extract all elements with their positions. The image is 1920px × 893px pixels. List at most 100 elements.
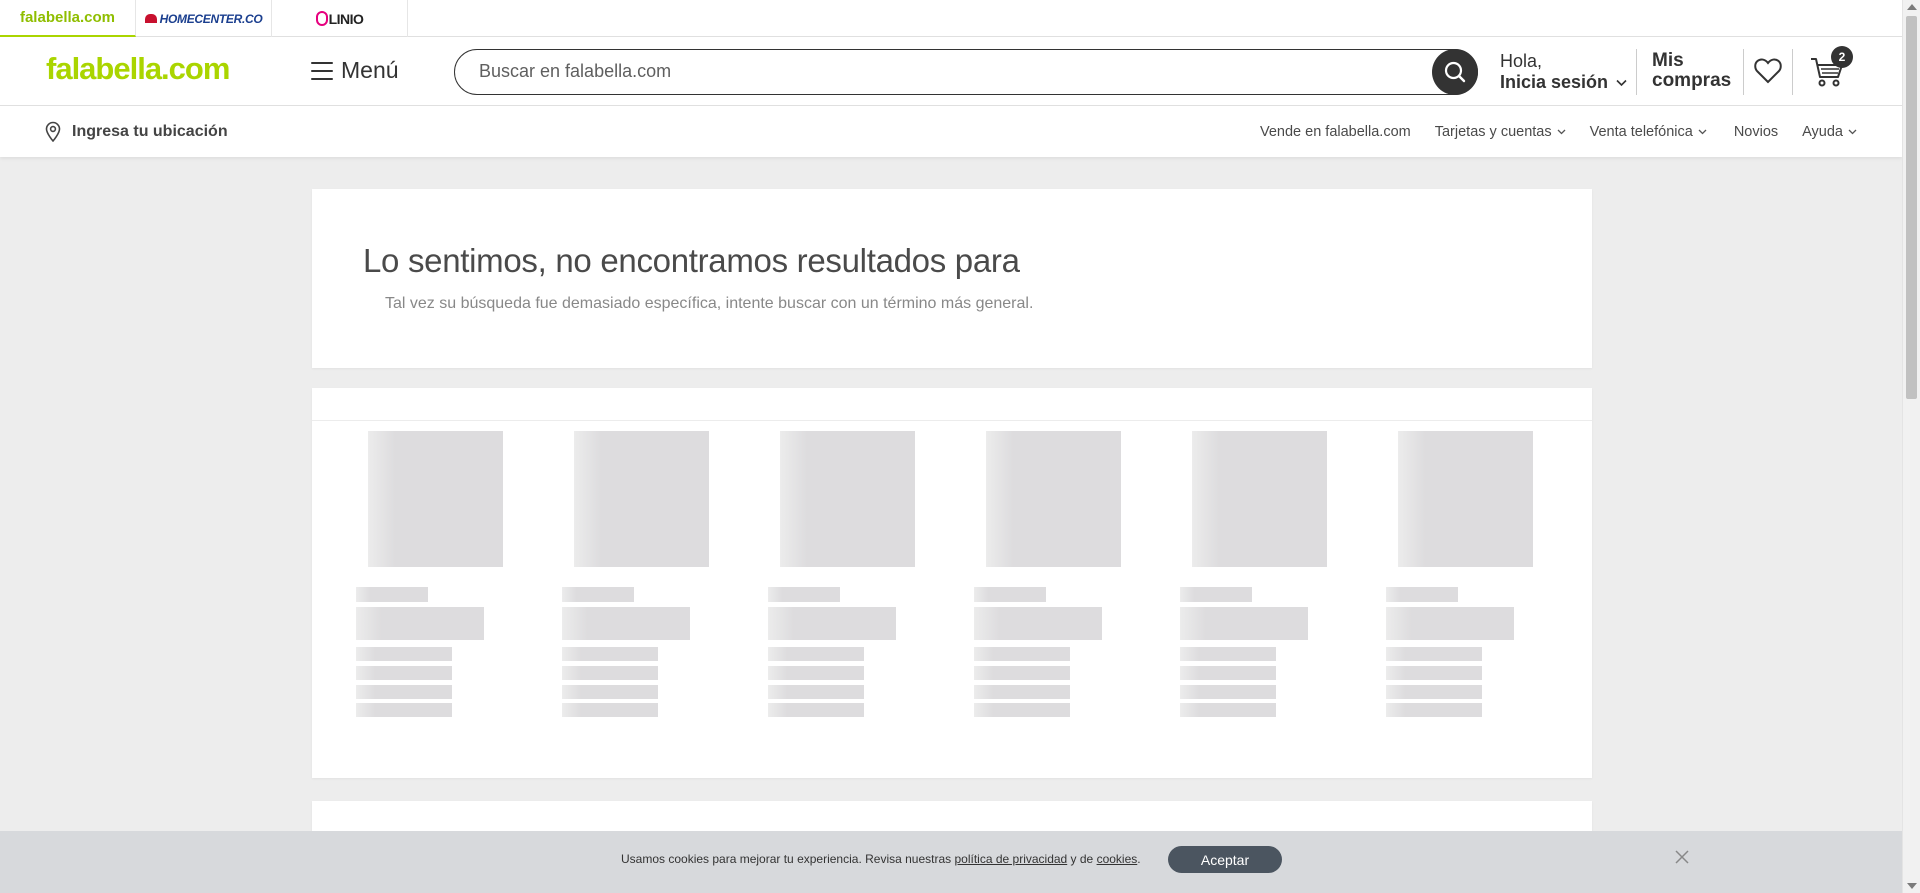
- skeleton-line: [1386, 685, 1482, 699]
- scroll-thumb[interactable]: [1906, 16, 1917, 399]
- chevron-down-icon: [1848, 129, 1857, 135]
- cookies-policy-link[interactable]: cookies: [1097, 852, 1138, 866]
- no-results-card: Lo sentimos, no encontramos resultados p…: [312, 189, 1592, 368]
- scroll-down-arrow[interactable]: [1907, 883, 1917, 889]
- skeleton-line: [768, 666, 864, 680]
- help-link[interactable]: Ayuda: [1802, 124, 1857, 140]
- no-results-title: Lo sentimos, no encontramos resultados p…: [363, 242, 1020, 279]
- page-scrollbar[interactable]: [1902, 0, 1920, 893]
- brand-tab-falabella[interactable]: falabella.com: [0, 0, 136, 37]
- phone-sales-link[interactable]: Venta telefónica: [1590, 124, 1707, 140]
- skeleton-line: [974, 703, 1070, 717]
- skeleton-title: [562, 607, 690, 640]
- chevron-down-icon: [1557, 129, 1566, 135]
- linio-logo-icon: [315, 11, 328, 26]
- skeleton-line: [1180, 685, 1276, 699]
- location-pin-icon: [45, 121, 61, 142]
- login-menu[interactable]: Hola, Inicia sesión: [1500, 51, 1627, 93]
- product-skeleton-card: [312, 388, 1592, 778]
- phone-sales-label: Venta telefónica: [1589, 124, 1693, 140]
- location-label: Ingresa tu ubicación: [72, 122, 228, 140]
- cookie-text-start: Usamos cookies para mejorar tu experienc…: [621, 852, 955, 866]
- greeting-login-label: Inicia sesión: [1500, 72, 1609, 92]
- privacy-policy-link[interactable]: política de privacidad: [954, 852, 1067, 866]
- falabella-logo[interactable]: falabella.com: [46, 51, 230, 87]
- no-results-subtitle: Tal vez su búsqueda fue demasiado especí…: [385, 295, 1034, 312]
- skeleton-image: [986, 431, 1121, 567]
- skeleton-line: [974, 666, 1070, 680]
- cookie-close-button[interactable]: [1675, 850, 1689, 869]
- chevron-down-icon: [1698, 129, 1707, 135]
- sell-link-label: Vende en falabella.com: [1259, 124, 1411, 140]
- skeleton-brand: [356, 587, 428, 602]
- skeleton-line: [1386, 703, 1482, 717]
- homecenter-logo-icon: [144, 14, 157, 23]
- skeleton-brand: [1386, 587, 1458, 602]
- skeleton-brand: [768, 587, 840, 602]
- greeting-hello: Hola,: [1500, 51, 1543, 71]
- skeleton-line: [562, 647, 658, 661]
- search-button[interactable]: [1432, 49, 1478, 95]
- menu-label: Menú: [341, 57, 399, 83]
- cookie-text-mid: y de: [1067, 852, 1097, 866]
- card-divider: [312, 420, 1592, 421]
- scroll-up-arrow[interactable]: [1907, 4, 1917, 10]
- skeleton-line: [356, 666, 452, 680]
- skeleton-line: [356, 647, 452, 661]
- sell-on-falabella-link[interactable]: Vende en falabella.com: [1260, 124, 1411, 140]
- skeleton-image: [780, 431, 915, 567]
- accept-cookies-button[interactable]: Aceptar: [1168, 846, 1282, 873]
- skeleton-image: [574, 431, 709, 567]
- novios-link[interactable]: Novios: [1734, 124, 1778, 140]
- cards-accounts-link[interactable]: Tarjetas y cuentas: [1435, 124, 1566, 140]
- skeleton-line: [1180, 647, 1276, 661]
- header-divider: [1636, 49, 1637, 95]
- brand-strip: falabella.com HOMECENTER.CO LINIO: [0, 0, 1902, 37]
- skeleton-title: [1180, 607, 1308, 640]
- sub-navigation: Ingresa tu ubicación Vende en falabella.…: [0, 106, 1902, 157]
- menu-button[interactable]: Menú: [311, 57, 399, 84]
- header-divider: [1792, 49, 1793, 95]
- skeleton-line: [562, 685, 658, 699]
- novios-label: Novios: [1733, 124, 1779, 140]
- close-icon: [1675, 850, 1689, 864]
- location-selector[interactable]: Ingresa tu ubicación: [45, 121, 228, 142]
- skeleton-line: [768, 703, 864, 717]
- brand-tab-falabella-label: falabella.com: [19, 9, 116, 26]
- my-purchases-link[interactable]: Mis compras: [1652, 51, 1731, 91]
- wishlist-button[interactable]: [1753, 57, 1783, 90]
- brand-tab-linio[interactable]: LINIO: [272, 0, 408, 37]
- cards-link-label: Tarjetas y cuentas: [1434, 124, 1552, 140]
- brand-tab-linio-label: LINIO: [328, 10, 364, 27]
- purchases-line2: compras: [1652, 70, 1732, 91]
- skeleton-line: [974, 685, 1070, 699]
- skeleton-title: [974, 607, 1102, 640]
- skeleton-image: [1398, 431, 1533, 567]
- skeleton-line: [1386, 647, 1482, 661]
- heart-icon: [1754, 58, 1782, 84]
- search-bar: [454, 49, 1478, 95]
- skeleton-line: [768, 647, 864, 661]
- skeleton-title: [1386, 607, 1514, 640]
- skeleton-title: [356, 607, 484, 640]
- brand-tab-homecenter[interactable]: HOMECENTER.CO: [136, 0, 272, 37]
- greeting-login: Inicia sesión: [1500, 72, 1627, 93]
- skeleton-line: [562, 703, 658, 717]
- header-divider: [1743, 49, 1744, 95]
- cart-count-badge: 2: [1831, 46, 1853, 68]
- skeleton-line: [974, 647, 1070, 661]
- skeleton-image: [368, 431, 503, 567]
- skeleton-line: [1180, 703, 1276, 717]
- skeleton-title: [768, 607, 896, 640]
- cookie-banner: Usamos cookies para mejorar tu experienc…: [0, 831, 1902, 893]
- main-header: falabella.com Menú Hola, Inicia sesión M…: [0, 37, 1902, 106]
- search-icon: [1444, 61, 1466, 83]
- skeleton-line: [1180, 666, 1276, 680]
- cookie-message: Usamos cookies para mejorar tu experienc…: [621, 852, 1141, 866]
- skeleton-line: [356, 685, 452, 699]
- search-input[interactable]: [479, 50, 1379, 93]
- skeleton-line: [1386, 666, 1482, 680]
- skeleton-brand: [1180, 587, 1252, 602]
- cookie-text-end: .: [1137, 852, 1141, 866]
- skeleton-line: [562, 666, 658, 680]
